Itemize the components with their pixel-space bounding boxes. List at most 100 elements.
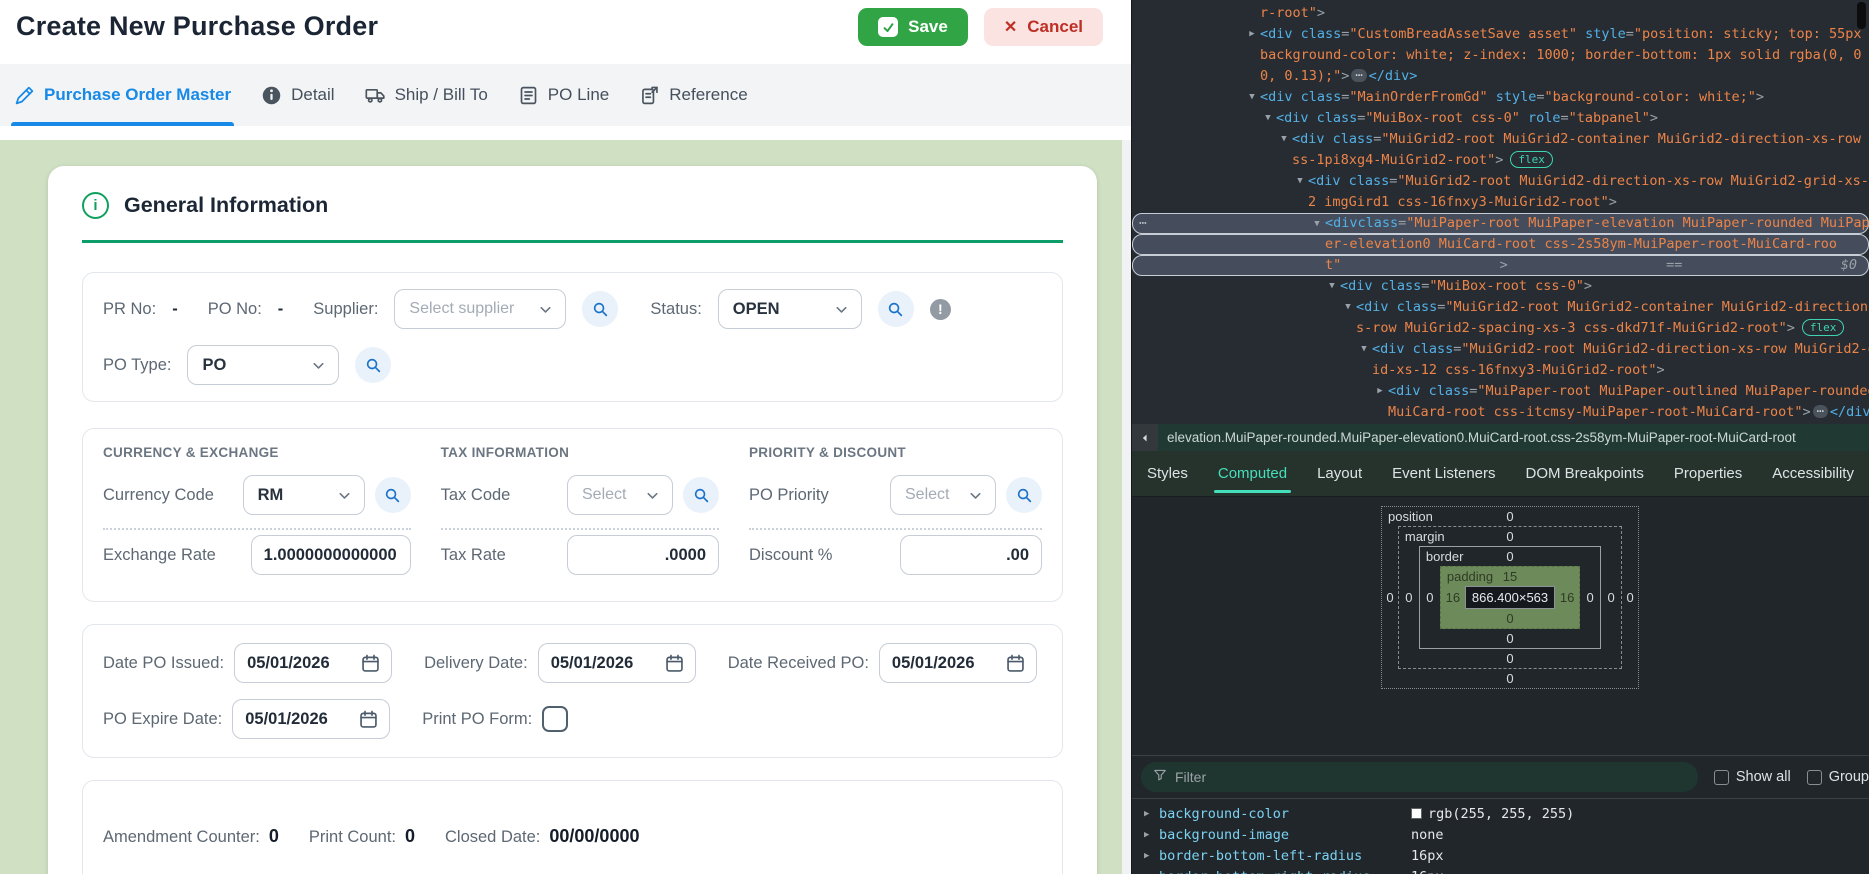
header-actions: Save ✕ Cancel [858,8,1103,46]
devtools-scrollbar-thumb[interactable] [1857,2,1866,29]
discount-label: Discount % [749,546,832,565]
group-checkbox[interactable] [1807,770,1822,785]
supplier-select[interactable]: Select supplier [394,289,566,329]
calendar-icon[interactable] [664,653,685,674]
dom-tree-line[interactable]: er-elevation0 MuiCard-root css-2s58ym-Mu… [1132,234,1869,255]
devtools-tab-dom-breakpoints[interactable]: DOM Breakpoints [1526,451,1644,496]
expand-arrow-icon[interactable]: ▶ [1373,381,1387,402]
exchange-rate-input[interactable]: 1.0000000000000 [251,535,411,575]
dom-tree-line[interactable]: ▼<div class="MuiBox-root css-0"> [1132,276,1869,297]
dom-tree-line[interactable]: ▼<div class="MuiGrid2-root MuiGrid2-dire… [1132,171,1869,192]
supplier-label: Supplier: [313,300,378,319]
chevron-down-icon [336,487,353,504]
dom-tree-line[interactable]: t"> == $0 [1132,255,1869,276]
dom-tree-line[interactable]: s-row MuiGrid2-spacing-xs-3 css-dkd71f-M… [1132,318,1869,339]
flex-badge[interactable]: flex [1802,319,1845,336]
priority-search-button[interactable] [1006,477,1042,513]
devtools-tab-computed[interactable]: Computed [1218,451,1287,496]
dom-tree-line[interactable]: ▼<div class="MuiGrid2-root MuiGrid2-cont… [1132,129,1869,150]
devtools-tab-styles[interactable]: Styles [1147,451,1188,496]
dom-tree-line[interactable]: ▼<div class="MuiGrid2-root MuiGrid2-dire… [1132,339,1869,360]
collapsed-content-icon[interactable]: ⋯ [1351,69,1366,82]
dom-tree-line[interactable]: MuiCard-root css-itcmsy-MuiPaper-root-Mu… [1132,402,1869,423]
po-expire-date-input[interactable]: 05/01/2026 [232,699,390,739]
calendar-icon[interactable] [360,653,381,674]
cancel-button[interactable]: ✕ Cancel [984,8,1103,46]
dom-tree-line[interactable]: r-root"> [1132,3,1869,24]
currency-search-button[interactable] [375,477,411,513]
collapse-arrow-icon[interactable]: ▼ [1357,339,1371,360]
print-po-form-checkbox[interactable] [542,706,568,732]
form-tabs: Purchase Order Master Detail Ship / Bill T… [0,64,1131,126]
devtools-tab-event-listeners[interactable]: Event Listeners [1392,451,1495,496]
devtools-tab-layout[interactable]: Layout [1317,451,1362,496]
calendar-icon[interactable] [358,709,379,730]
dom-tree-line[interactable]: ⋯▼<div class="MuiPaper-root MuiPaper-ele… [1132,213,1869,234]
tab-reference[interactable]: Reference [639,64,747,126]
status-search-button[interactable] [878,291,914,327]
expand-arrow-icon[interactable]: ▶ [1144,809,1159,819]
page-scrollbar[interactable] [1122,140,1131,874]
collapse-arrow-icon[interactable]: ▼ [1293,171,1307,192]
breadcrumb-back-button[interactable] [1132,424,1158,451]
dom-tree-line[interactable]: ▶<div class="CustomBreadAssetSave asset"… [1132,24,1869,45]
box-model-content: 866.400×563 [1465,586,1555,609]
collapse-arrow-icon[interactable]: ▼ [1310,214,1324,235]
show-all-checkbox[interactable] [1714,770,1729,785]
filter-input[interactable]: Filter [1141,762,1698,792]
computed-property-row[interactable]: ▶border-bottom-left-radius16px [1132,845,1869,866]
collapse-arrow-icon[interactable]: ▼ [1325,276,1339,297]
po-type-select[interactable]: PO [187,345,339,385]
property-name: background-color [1159,806,1411,822]
po-priority-select[interactable]: Select [890,475,996,515]
tax-search-button[interactable] [683,477,719,513]
dom-tree-line[interactable]: ▼<div class="MainOrderFromGd" style="bac… [1132,87,1869,108]
chevron-down-icon [833,301,850,318]
collapse-arrow-icon[interactable]: ▼ [1277,129,1291,150]
dom-tree-line[interactable]: ss-1pi8xg4-MuiGrid2-root">flex [1132,150,1869,171]
devtools-tab-accessibility[interactable]: Accessibility [1772,451,1854,496]
collapse-arrow-icon[interactable]: ▼ [1245,87,1259,108]
tax-rate-input[interactable]: .0000 [567,535,719,575]
priority-header: PRIORITY & DISCOUNT [749,445,1042,460]
po-type-search-button[interactable] [355,347,391,383]
collapse-arrow-icon[interactable]: ▼ [1261,108,1275,129]
tax-code-select[interactable]: Select [567,475,673,515]
dom-tree-line[interactable]: ▶<div class="MuiPaper-root MuiPaper-outl… [1132,381,1869,402]
tab-label: Reference [669,85,747,105]
expand-arrow-icon[interactable]: ▶ [1144,851,1159,861]
tab-ship-bill-to[interactable]: Ship / Bill To [365,64,488,126]
dom-tree-line[interactable]: background-color: white; z-index: 1000; … [1132,45,1869,66]
currency-code-select[interactable]: RM [243,475,365,515]
discount-input[interactable]: .00 [900,535,1042,575]
calendar-icon[interactable] [1005,653,1026,674]
dom-tree-line[interactable]: 2 imgGird1 css-16fnxy3-MuiGrid2-root"> [1132,192,1869,213]
box-model-diagram[interactable]: position0 0 margin0 0 border0 0 [1381,506,1639,689]
column-divider [103,528,411,530]
tab-po-line[interactable]: PO Line [518,64,609,126]
tab-detail[interactable]: Detail [261,64,334,126]
truck-icon [365,85,386,106]
collapse-arrow-icon[interactable]: ▼ [1341,297,1355,318]
gutter-more-icon[interactable]: ⋯ [1139,213,1148,234]
flex-badge[interactable]: flex [1510,151,1553,168]
supplier-search-button[interactable] [582,291,618,327]
computed-property-row[interactable]: ▶border-bottom-right-radius16px [1132,866,1869,874]
collapsed-content-icon[interactable]: ⋯ [1813,405,1828,418]
dom-tree-line[interactable]: 0, 0.13);">⋯</div> [1132,66,1869,87]
expand-arrow-icon[interactable]: ▶ [1245,24,1259,45]
dom-tree-line[interactable]: ▼<div class="MuiGrid2-root MuiGrid2-cont… [1132,297,1869,318]
computed-property-row[interactable]: ▶background-imagenone [1132,824,1869,845]
dom-tree-line[interactable]: id-xs-12 css-16fnxy3-MuiGrid2-root"> [1132,360,1869,381]
date-po-issued-input[interactable]: 05/01/2026 [234,643,392,683]
expand-arrow-icon[interactable]: ▶ [1144,830,1159,840]
tab-purchase-order-master[interactable]: Purchase Order Master [14,64,231,126]
breadcrumb-text[interactable]: elevation.MuiPaper-rounded.MuiPaper-elev… [1167,430,1796,445]
dom-tree-line[interactable]: ▼<div class="MuiBox-root css-0" role="ta… [1132,108,1869,129]
devtools-tab-properties[interactable]: Properties [1674,451,1742,496]
save-button[interactable]: Save [858,8,968,46]
computed-property-row[interactable]: ▶background-colorrgb(255, 255, 255) [1132,803,1869,824]
date-received-po-input[interactable]: 05/01/2026 [879,643,1037,683]
delivery-date-input[interactable]: 05/01/2026 [538,643,696,683]
status-select[interactable]: OPEN [718,289,862,329]
